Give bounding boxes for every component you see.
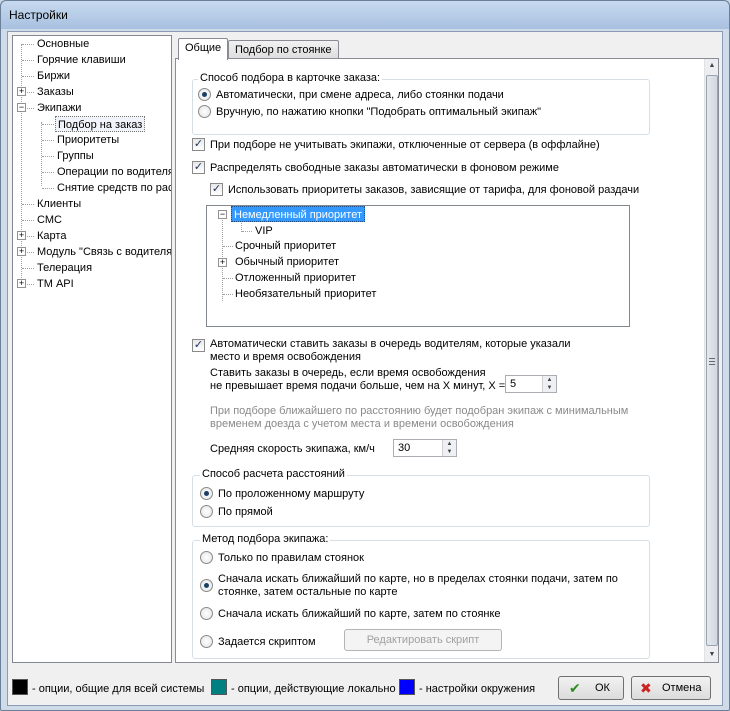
window-client: Основные Горячие клавиши Биржи + Заказы … — [7, 31, 723, 706]
title-bar[interactable]: Настройки — [1, 1, 729, 29]
radio-auto-selection-label[interactable]: Автоматически, при смене адреса, либо ст… — [216, 89, 504, 102]
radio-nearest-within-stand-label-2[interactable]: стоянке, затем остальные по карте — [218, 586, 397, 599]
tree-item-map[interactable]: Карта — [37, 228, 66, 244]
checkbox-auto-distribute-label[interactable]: Распределять свободные заказы автоматиче… — [210, 162, 559, 175]
crew-method-title: Метод подбора экипажа: — [200, 533, 331, 545]
priority-vip[interactable]: VIP — [255, 223, 273, 239]
tree-item-withdrawal[interactable]: Снятие средств по рас — [57, 180, 171, 196]
selection-method-title: Способ подбора в карточке заказа: — [198, 72, 383, 84]
speed-stepper[interactable]: 30 ▲ ▼ — [393, 439, 457, 457]
scroll-down-icon[interactable]: ▼ — [705, 648, 719, 662]
radio-manual-selection-label[interactable]: Вручную, по нажатию кнопки "Подобрать оп… — [216, 106, 541, 119]
queue-note-1: При подборе ближайшего по расстоянию буд… — [210, 405, 629, 417]
cancel-button[interactable]: ✖ Отмена — [631, 676, 711, 700]
radio-route-distance-label[interactable]: По проложенному маршруту — [218, 488, 364, 501]
x-minutes-stepper[interactable]: 5 ▲ ▼ — [505, 375, 557, 393]
close-icon: ✖ — [640, 680, 652, 696]
checkbox-use-priorities[interactable]: ✓ — [210, 183, 223, 196]
settings-window: Настройки Основные Горячие клавиши Биржи… — [0, 0, 730, 711]
priorities-tree[interactable]: − Немедленный приоритет VIP Срочный прио… — [206, 205, 630, 327]
scroll-up-icon[interactable]: ▲ — [705, 59, 719, 73]
x-minutes-value[interactable]: 5 — [510, 378, 516, 390]
tree-item-groups[interactable]: Группы — [57, 148, 94, 164]
legend-swatch-system — [12, 679, 28, 695]
legend-swatch-local — [211, 679, 227, 695]
tree-item-driver-operations[interactable]: Операции по водителя — [57, 164, 171, 180]
tree-item-teleration[interactable]: Телерация — [37, 260, 92, 276]
radio-straight-distance-label[interactable]: По прямой — [218, 506, 273, 519]
distance-method-group — [192, 475, 650, 527]
tab-panel: Способ подбора в карточке заказа: Автома… — [175, 58, 719, 663]
legend-system-label: - опции, общие для всей системы — [32, 683, 205, 695]
radio-nearest-then-stand-label[interactable]: Сначала искать ближайший по карте, затем… — [218, 608, 501, 621]
priority-urgent[interactable]: Срочный приоритет — [235, 238, 336, 254]
edit-script-button[interactable]: Редактировать скрипт — [344, 629, 502, 651]
tree-item-driver-link-module[interactable]: Модуль "Связь с водителя — [37, 244, 171, 260]
tab-content: Способ подбора в карточке заказа: Автома… — [176, 59, 704, 662]
legend-local-label: - опции, действующие локально — [231, 683, 396, 695]
speed-value[interactable]: 30 — [398, 442, 410, 454]
spin-up-icon[interactable]: ▲ — [443, 440, 456, 448]
ok-button-label: ОК — [595, 682, 610, 694]
queue-text-2: не превышает время подачи больше, чем на… — [210, 380, 506, 392]
settings-tree[interactable]: Основные Горячие клавиши Биржи + Заказы … — [12, 35, 172, 663]
collapse-icon[interactable]: − — [218, 210, 227, 219]
expand-icon[interactable]: + — [17, 87, 26, 96]
priority-optional[interactable]: Необязательный приоритет — [235, 286, 376, 302]
tree-item-tm-api[interactable]: ТМ API — [37, 276, 74, 292]
legend-swatch-environment — [399, 679, 415, 695]
radio-straight-distance[interactable] — [200, 505, 213, 518]
expand-icon[interactable]: + — [17, 231, 26, 240]
radio-script-label[interactable]: Задается скриптом — [218, 636, 316, 649]
cancel-button-label: Отмена — [662, 682, 702, 694]
tab-stand-matching[interactable]: Подбор по стоянке — [228, 40, 339, 60]
tab-general[interactable]: Общие — [178, 38, 229, 60]
check-icon: ✔ — [569, 680, 581, 696]
checkbox-use-priorities-label[interactable]: Использовать приоритеты заказов, зависящ… — [228, 184, 639, 197]
priority-normal[interactable]: Обычный приоритет — [235, 254, 339, 270]
radio-stand-rules-label[interactable]: Только по правилам стоянок — [218, 552, 364, 565]
tree-item-clients[interactable]: Клиенты — [37, 196, 81, 212]
checkbox-auto-queue-label-1[interactable]: Автоматически ставить заказы в очередь в… — [210, 338, 571, 351]
radio-nearest-within-stand[interactable] — [200, 579, 213, 592]
speed-label: Средняя скорость экипажа, км/ч — [210, 443, 375, 455]
collapse-icon[interactable]: − — [17, 103, 26, 112]
expand-icon[interactable]: + — [218, 258, 227, 267]
spin-down-icon[interactable]: ▼ — [443, 448, 456, 456]
tree-item-exchanges[interactable]: Биржи — [37, 68, 70, 84]
queue-note-2: временем доезда с учетом места и времени… — [210, 418, 514, 430]
radio-nearest-then-stand[interactable] — [200, 607, 213, 620]
scroll-thumb[interactable] — [706, 75, 718, 646]
tree-item-crews[interactable]: Экипажи — [37, 100, 81, 116]
checkbox-auto-queue-label-2[interactable]: место и время освобождения — [210, 351, 361, 364]
tree-item-orders[interactable]: Заказы — [37, 84, 74, 100]
expand-icon[interactable]: + — [17, 279, 26, 288]
tree-item-sms[interactable]: СМС — [37, 212, 62, 228]
tree-item-basic[interactable]: Основные — [37, 36, 89, 52]
legend-environment-label: - настройки окружения — [419, 683, 536, 695]
radio-route-distance[interactable] — [200, 487, 213, 500]
radio-script[interactable] — [200, 635, 213, 648]
priority-immediate[interactable]: Немедленный приоритет — [231, 206, 366, 222]
checkbox-auto-distribute[interactable]: ✓ — [192, 161, 205, 174]
radio-nearest-within-stand-label-1[interactable]: Сначала искать ближайший по карте, но в … — [218, 573, 618, 586]
checkbox-auto-queue[interactable]: ✓ — [192, 339, 205, 352]
radio-auto-selection[interactable] — [198, 88, 211, 101]
radio-stand-rules[interactable] — [200, 551, 213, 564]
tree-item-priorities[interactable]: Приоритеты — [57, 132, 119, 148]
tree-item-order-matching[interactable]: Подбор на заказ — [55, 116, 146, 132]
checkbox-ignore-offline[interactable]: ✓ — [192, 138, 205, 151]
radio-manual-selection[interactable] — [198, 105, 211, 118]
priority-deferred[interactable]: Отложенный приоритет — [235, 270, 356, 286]
tree-item-hotkeys[interactable]: Горячие клавиши — [37, 52, 126, 68]
distance-method-title: Способ расчета расстояний — [200, 468, 347, 480]
checkbox-ignore-offline-label[interactable]: При подборе не учитывать экипажи, отключ… — [210, 139, 600, 152]
vertical-scrollbar[interactable]: ▲ ▼ — [704, 59, 718, 662]
queue-text-1: Ставить заказы в очередь, если время осв… — [210, 367, 486, 379]
spin-up-icon[interactable]: ▲ — [543, 376, 556, 384]
window-title: Настройки — [9, 8, 68, 22]
expand-icon[interactable]: + — [17, 247, 26, 256]
spin-down-icon[interactable]: ▼ — [543, 384, 556, 392]
ok-button[interactable]: ✔ ОК — [558, 676, 624, 700]
